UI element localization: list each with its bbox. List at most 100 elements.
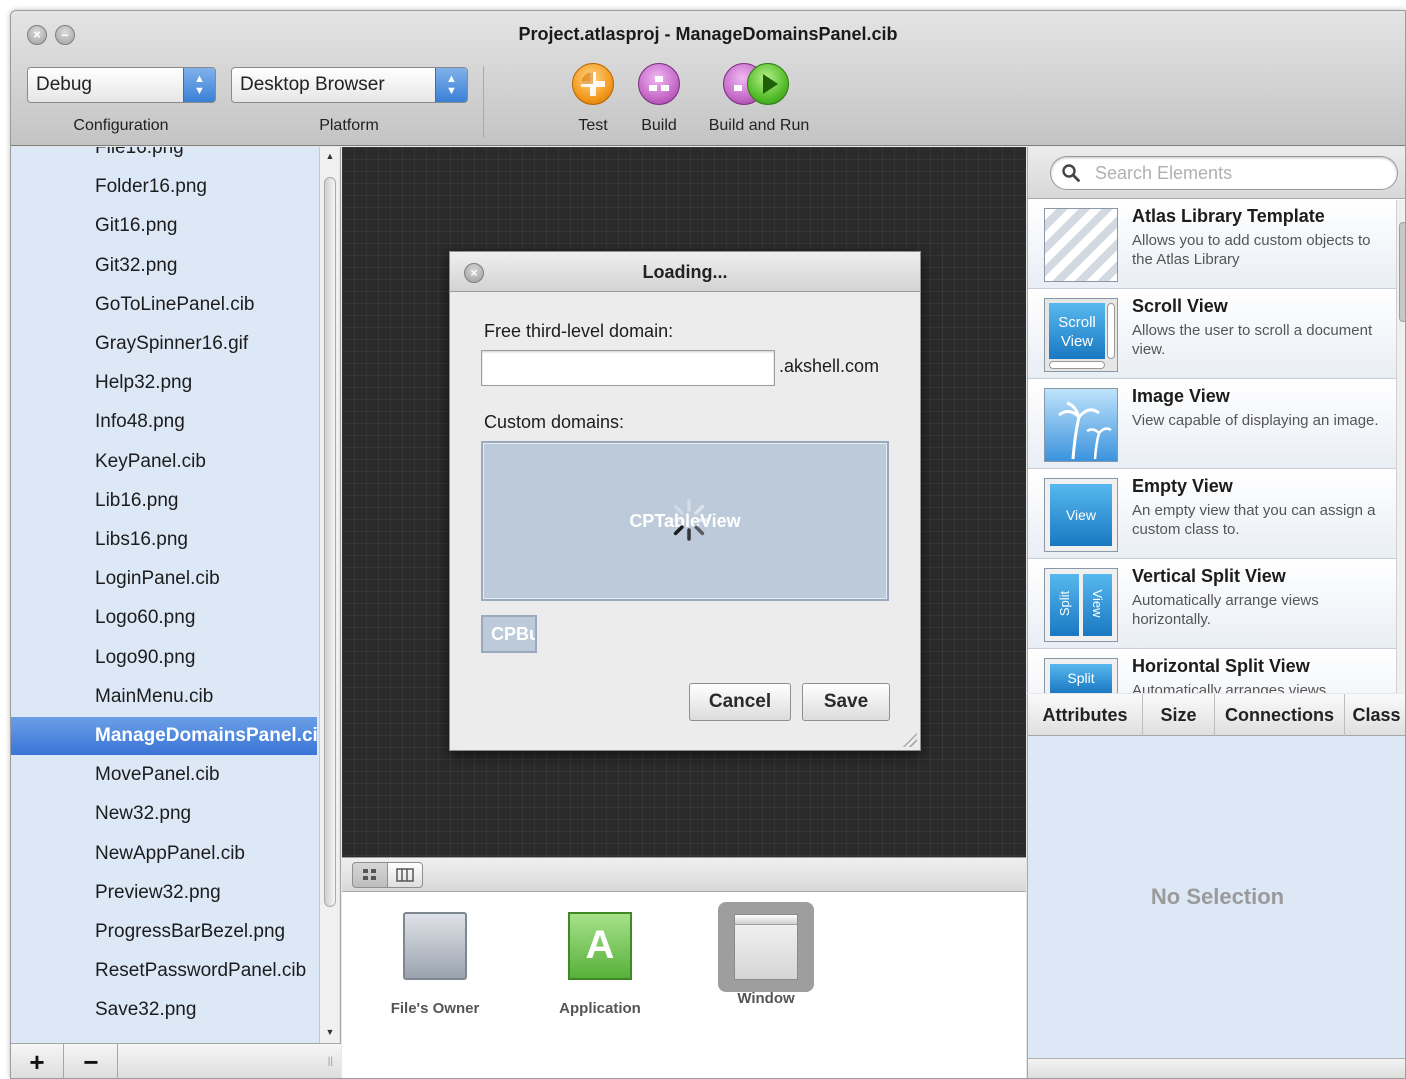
search-placeholder: Search Elements [1095,163,1233,183]
file-item[interactable]: LoginPanel.cib [11,560,317,598]
horizontal-split-thumb-text: Split [1050,664,1112,693]
horizontal-split-view-icon: Split [1044,658,1118,693]
file-item[interactable]: Logo60.png [11,599,317,637]
resize-grip-icon[interactable] [901,731,917,747]
files-owner-label: File's Owner [390,1000,480,1017]
file-item[interactable]: ProgressBarBezel.png [11,913,317,951]
custom-domains-label: Custom domains: [484,412,625,432]
atlas-template-icon [1044,208,1118,282]
split-pane-right: View [1083,574,1112,636]
file-list[interactable]: File16.png Folder16.png Git16.png Git32.png… [11,147,317,1043]
tab-attributes[interactable]: Attributes [1028,694,1143,736]
file-item[interactable]: Help32.png [11,364,317,402]
platform-select[interactable]: Desktop Browser ▲ ▼ [231,67,468,103]
icon-view-button[interactable] [352,862,388,888]
library-item-title: Vertical Split View [1132,566,1286,586]
add-file-button[interactable]: + [11,1044,64,1078]
library-item[interactable]: View Empty View An empty view that you c… [1028,470,1396,559]
resize-grip-icon[interactable]: || [328,1056,333,1067]
window-title: Project.atlasproj - ManageDomainsPanel.c… [518,24,898,44]
library-item-desc: Automatically arranges views [1132,682,1327,693]
window-object[interactable]: Window [711,902,821,1007]
tab-size[interactable]: Size [1143,694,1215,736]
library-item[interactable]: Split Horizontal Split View Automaticall… [1028,650,1396,693]
file-item[interactable]: MainMenu.cib [11,678,317,716]
main-window: × – Project.atlasproj - ManageDomainsPan… [10,10,1406,1079]
library-item[interactable]: Scroll View Scroll View Allows the user … [1028,290,1396,379]
search-icon [1062,164,1080,182]
build-button-icon[interactable] [638,63,680,105]
file-item-selected[interactable]: ManageDomainsPanel.cib [11,717,317,755]
library-list[interactable]: Atlas Library Template Allows you to add… [1028,200,1396,693]
library-item-title: Image View [1132,386,1230,406]
file-item[interactable]: Git16.png [11,207,317,245]
configuration-value: Debug [36,74,92,95]
build-and-run-label[interactable]: Build and Run [699,117,819,135]
dialog-close-icon[interactable]: × [464,263,484,283]
files-owner-object[interactable]: File's Owner [380,912,490,1017]
popup-arrows-icon: ▲ ▼ [183,68,215,102]
file-item[interactable]: Git32.png [11,247,317,285]
table-control-button[interactable]: CPButton [481,615,537,653]
file-sidebar: File16.png Folder16.png Git16.png Git32.png… [11,147,341,1078]
save-button[interactable]: Save [802,683,890,721]
toolbar-separator [483,66,484,138]
file-item[interactable]: Preview32.png [11,874,317,912]
file-item[interactable]: Info48.png [11,403,317,441]
scroll-down-arrow-icon[interactable]: ▼ [320,1027,340,1037]
inspector-bottom-bar [1028,1058,1405,1078]
grid-icon [363,869,376,880]
scroll-thumb[interactable] [324,177,336,907]
library-item[interactable]: Split View Vertical Split View Automatic… [1028,560,1396,649]
file-item[interactable]: New32.png [11,795,317,833]
file-item[interactable]: Folder16.png [11,168,317,206]
view-thumb-text: View [1090,589,1105,618]
library-scrollbar[interactable] [1396,200,1405,693]
file-item[interactable]: Logo90.png [11,639,317,677]
application-icon: A [568,912,632,980]
scroll-up-arrow-icon[interactable]: ▲ [320,151,340,161]
vertical-split-view-icon: Split View [1044,568,1118,642]
platform-value: Desktop Browser [240,74,385,95]
cancel-button[interactable]: Cancel [689,683,791,721]
empty-view-icon: View [1044,478,1118,552]
remove-file-button[interactable]: − [65,1044,118,1078]
window-label: Window [737,990,795,1007]
library-item[interactable]: Atlas Library Template Allows you to add… [1028,200,1396,289]
file-item[interactable]: KeyPanel.cib [11,443,317,481]
library-item[interactable]: Image View View capable of displaying an… [1028,380,1396,469]
build-label[interactable]: Build [629,117,689,135]
file-item[interactable]: NewAppPanel.cib [11,835,317,873]
domain-input[interactable] [481,350,775,386]
custom-domains-table[interactable]: CPTableView [481,441,889,601]
library-scroll-thumb[interactable] [1399,222,1405,322]
window-icon [734,914,798,980]
domain-label: Free third-level domain: [484,321,674,341]
run-icon[interactable] [747,63,789,105]
manage-domains-dialog[interactable]: Loading... × Free third-level domain: .a… [449,251,921,751]
test-label[interactable]: Test [563,117,623,135]
file-item[interactable]: Libs16.png [11,521,317,559]
platform-label: Platform [319,117,379,134]
configuration-select[interactable]: Debug ▲ ▼ [27,67,216,103]
file-item[interactable]: Lib16.png [11,482,317,520]
tab-class[interactable]: Class [1345,694,1405,736]
file-item[interactable]: File16.png [11,147,317,167]
library-item-title: Empty View [1132,476,1233,496]
test-button-icon[interactable] [572,63,614,105]
file-item[interactable]: ResetPasswordPanel.cib [11,952,317,990]
file-item[interactable]: GraySpinner16.gif [11,325,317,363]
library-item-title: Scroll View [1132,296,1228,316]
file-item[interactable]: MovePanel.cib [11,756,317,794]
search-input[interactable]: Search Elements [1050,156,1398,190]
file-item[interactable]: Save32.png [11,991,317,1029]
no-selection-text: No Selection [1150,884,1285,909]
application-object[interactable]: A Application [545,912,655,1017]
column-view-button[interactable] [387,862,423,888]
file-item[interactable]: GoToLinePanel.cib [11,286,317,324]
library-item-title: Horizontal Split View [1132,656,1310,676]
palm-tree-icon [1058,401,1112,460]
library-item-desc: Allows you to add custom objects to the … [1132,232,1371,268]
tab-connections[interactable]: Connections [1215,694,1345,736]
file-list-scrollbar[interactable]: ▲ ▼ [319,147,339,1043]
